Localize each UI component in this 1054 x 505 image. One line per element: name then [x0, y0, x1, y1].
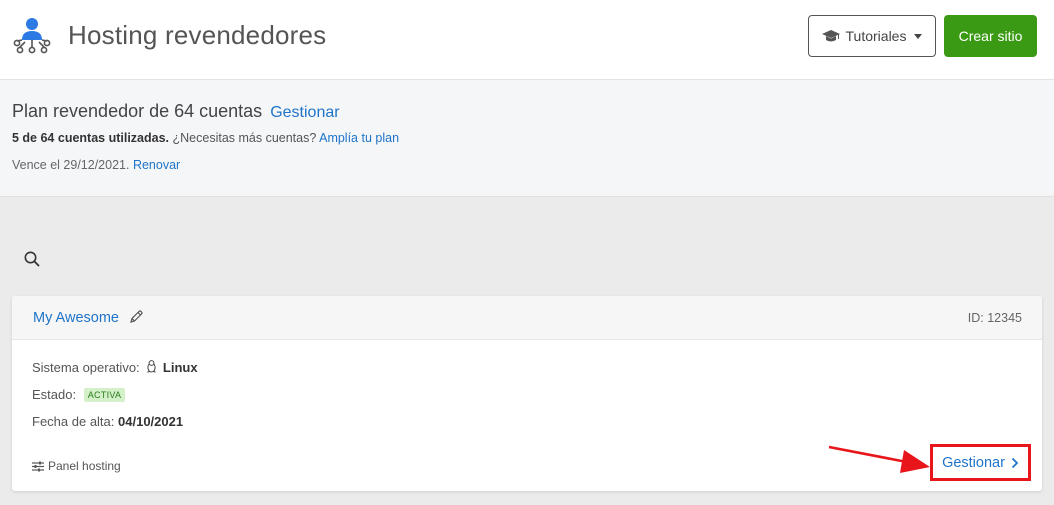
annotation-arrow — [828, 445, 930, 473]
reseller-network-icon — [13, 18, 51, 54]
os-row: Sistema operativo: Linux — [32, 360, 198, 375]
plan-usage: 5 de 64 cuentas utilizadas. ¿Necesitas m… — [12, 131, 399, 145]
site-id: ID: 12345 — [967, 311, 1022, 325]
tutorials-label: Tutoriales — [845, 28, 907, 44]
top-bar: Hosting revendedores Tutoriales Crear si… — [0, 0, 1054, 80]
tux-icon — [147, 360, 157, 373]
search-icon[interactable] — [23, 250, 41, 268]
status-badge: ACTIVA — [83, 388, 126, 402]
status-label: Estado: — [32, 387, 77, 402]
date-value: 04/10/2021 — [118, 414, 184, 429]
renew-link[interactable]: Renovar — [133, 158, 180, 172]
plan-manage-link[interactable]: Gestionar — [270, 104, 339, 121]
expand-plan-link[interactable]: Amplía tu plan — [319, 131, 399, 145]
expiry-text: Vence el 29/12/2021. — [12, 158, 130, 172]
panel-hosting-label: Panel hosting — [48, 459, 121, 473]
site-name-link[interactable]: My Awesome — [33, 310, 119, 326]
os-value: Linux — [162, 360, 198, 375]
plan-title-text: Plan revendedor de 64 cuentas — [12, 101, 263, 121]
usage-question: ¿Necesitas más cuentas? — [172, 131, 317, 145]
usage-count: 5 de 64 cuentas utilizadas. — [12, 131, 170, 145]
date-row: Fecha de alta: 04/10/2021 — [32, 414, 183, 429]
panel-hosting-link[interactable]: Panel hosting — [32, 459, 121, 473]
plan-expiry: Vence el 29/12/2021. Renovar — [12, 158, 180, 172]
pencil-icon[interactable] — [128, 309, 144, 325]
sliders-icon — [32, 461, 44, 471]
site-card-header: My Awesome ID: 12345 — [12, 296, 1042, 340]
plan-title: Plan revendedor de 64 cuentas Gestionar — [12, 101, 340, 122]
tutorials-dropdown-button[interactable]: Tutoriales — [808, 15, 936, 57]
page-title: Hosting revendedores — [68, 20, 327, 50]
site-manage-button[interactable]: Gestionar — [930, 444, 1031, 481]
create-site-button[interactable]: Crear sitio — [944, 15, 1037, 57]
os-label: Sistema operativo: — [32, 360, 140, 375]
site-manage-label: Gestionar — [942, 454, 1005, 471]
plan-summary: Plan revendedor de 64 cuentas Gestionar … — [0, 80, 1054, 197]
chevron-right-icon — [1011, 457, 1019, 468]
date-label: Fecha de alta: — [32, 414, 115, 429]
graduation-cap-icon — [821, 29, 840, 41]
status-row: Estado: ACTIVA — [32, 387, 126, 402]
caret-down-icon — [914, 33, 923, 39]
